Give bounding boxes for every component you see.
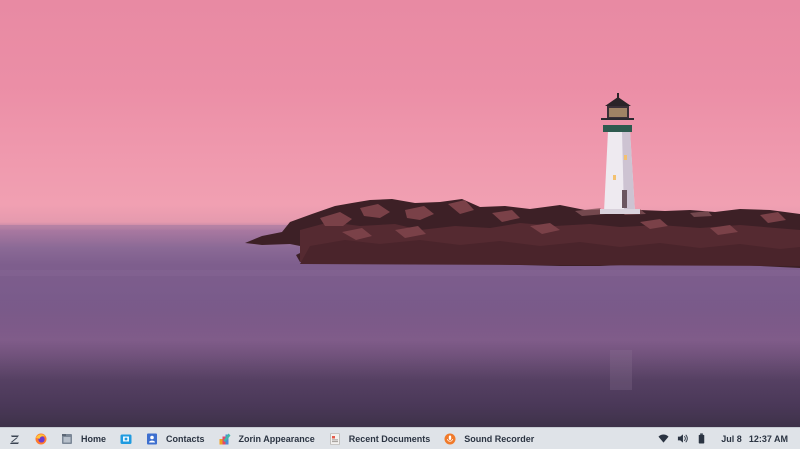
battery-icon[interactable] — [696, 433, 707, 444]
taskbar-firefox[interactable] — [28, 428, 54, 450]
lighthouse-scene — [0, 93, 800, 390]
zorin-logo-icon — [10, 435, 19, 444]
taskbar-zorin-appearance[interactable]: Zorin Appearance — [212, 428, 322, 450]
taskbar-home[interactable]: Home — [54, 428, 113, 450]
screenshot-icon — [120, 434, 132, 444]
clock-time: 12:37 AM — [748, 433, 788, 444]
wifi-icon[interactable] — [658, 433, 669, 444]
taskbar-sound-recorder[interactable]: Sound Recorder — [437, 428, 541, 450]
lighthouse — [600, 93, 640, 214]
system-tray[interactable] — [658, 433, 707, 444]
firefox-icon — [35, 433, 47, 444]
clock[interactable]: Jul 8 12:37 AM — [721, 434, 788, 444]
taskbar-screenshot[interactable] — [113, 428, 139, 450]
taskbar-item-label: Recent Documents — [348, 433, 431, 444]
desktop-wallpaper — [0, 0, 800, 427]
rock-jetty — [245, 199, 800, 268]
documents-icon — [329, 432, 340, 445]
appearance-icon — [219, 433, 231, 444]
taskbar-item-label: Zorin Appearance — [238, 433, 315, 444]
clock-date: Jul 8 — [721, 433, 742, 444]
taskbar-item-label: Home — [81, 433, 107, 444]
files-icon — [62, 433, 72, 444]
taskbar: Home Contacts Zorin Appearance Recent Do… — [0, 427, 800, 449]
taskbar-item-label: Contacts — [166, 433, 205, 444]
zorin-menu-button[interactable] — [2, 428, 28, 450]
water-reflection — [0, 270, 800, 276]
taskbar-recent-documents[interactable]: Recent Documents — [322, 428, 438, 450]
lighthouse-reflection — [610, 350, 632, 390]
taskbar-item-label: Sound Recorder — [464, 433, 535, 444]
sound-recorder-icon — [444, 433, 456, 444]
volume-icon[interactable] — [677, 433, 689, 444]
contacts-icon — [147, 433, 158, 444]
taskbar-contacts[interactable]: Contacts — [139, 428, 212, 450]
